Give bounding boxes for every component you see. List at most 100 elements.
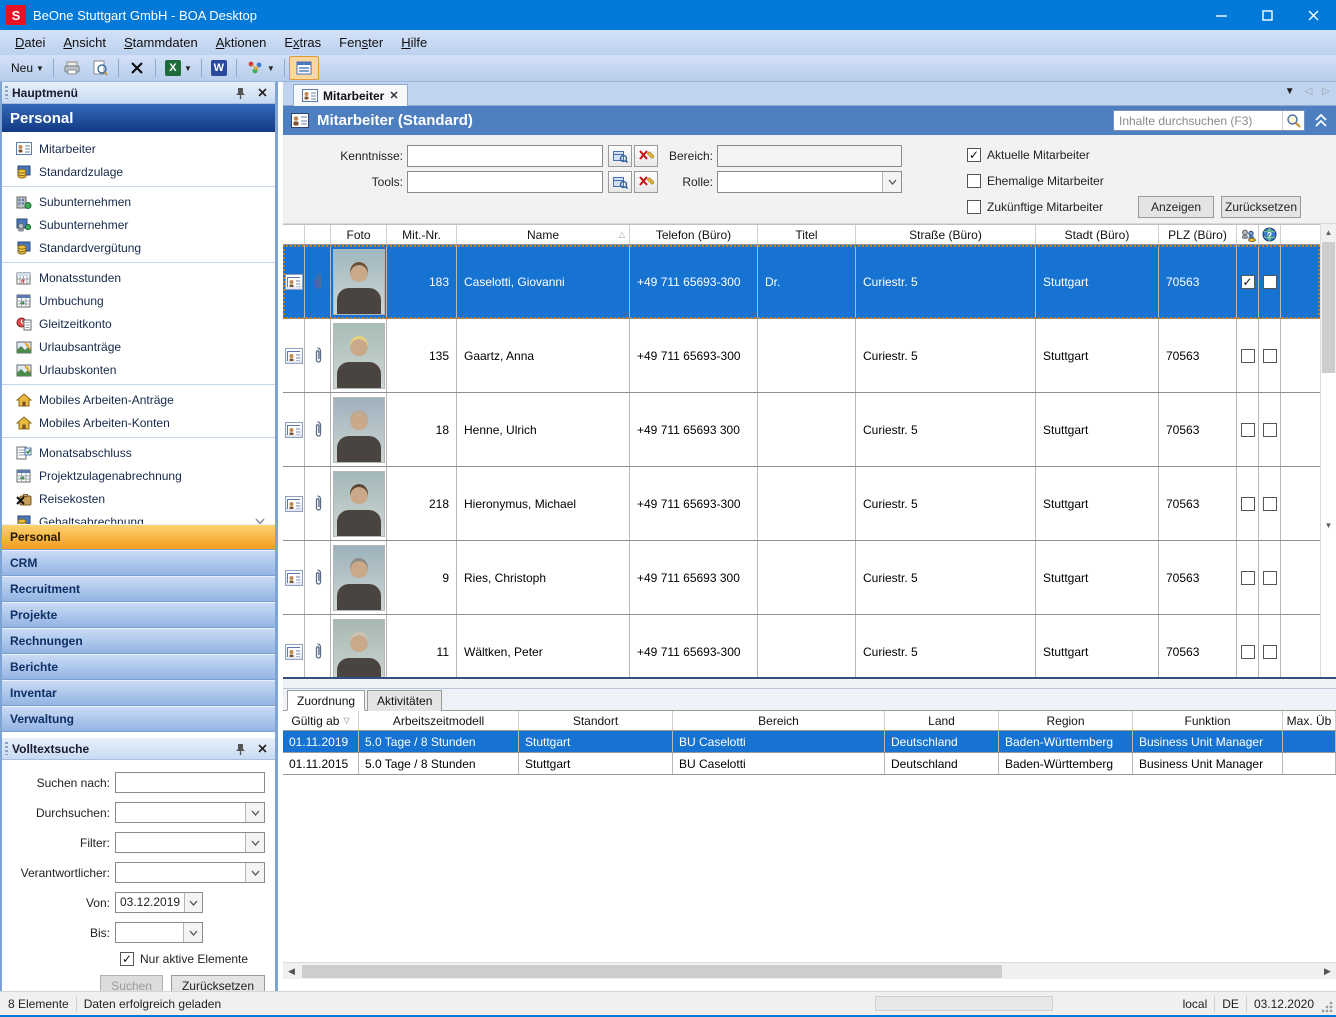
- kenntnisse-input[interactable]: [407, 145, 603, 167]
- delete-button[interactable]: [123, 57, 151, 79]
- sidebar-item-monatsstunden[interactable]: #Monatsstunden: [2, 266, 275, 289]
- sidebar-item-urlaubskonten[interactable]: Urlaubskonten: [2, 358, 275, 381]
- scrollbar-thumb[interactable]: [302, 965, 1002, 978]
- content-search-input[interactable]: [1114, 114, 1282, 128]
- column-header-foto[interactable]: Foto: [331, 225, 387, 244]
- scroll-right-icon[interactable]: ▶: [1319, 963, 1336, 980]
- sidebar-item-urlaubsanträge[interactable]: Urlaubsanträge: [2, 335, 275, 358]
- column-header-name[interactable]: Name△: [457, 225, 630, 244]
- sidebar-item-monatsabschluss[interactable]: Monatsabschluss: [2, 441, 275, 464]
- column-header-straße-büro-[interactable]: Straße (Büro): [856, 225, 1036, 244]
- attachment-icon[interactable]: [305, 245, 331, 318]
- attachment-icon[interactable]: [305, 319, 331, 392]
- attachment-icon[interactable]: [305, 467, 331, 540]
- von-date-select[interactable]: 03.12.2019: [115, 892, 203, 913]
- scroll-left-icon[interactable]: ◀: [283, 963, 300, 980]
- employee-status-checkbox[interactable]: [1237, 393, 1259, 466]
- section-berichte[interactable]: Berichte: [2, 654, 275, 680]
- section-rechnungen[interactable]: Rechnungen: [2, 628, 275, 654]
- attachment-icon[interactable]: [305, 541, 331, 614]
- close-button[interactable]: [1290, 0, 1336, 30]
- assignment-row-01.11.2015[interactable]: 01.11.20155.0 Tage / 8 StundenStuttgartB…: [283, 753, 1336, 775]
- sidebar-item-mitarbeiter[interactable]: Mitarbeiter: [2, 137, 275, 160]
- attachment-icon[interactable]: [305, 615, 331, 677]
- export-excel-button[interactable]: X▼: [160, 58, 197, 78]
- tab-list-dropdown-icon[interactable]: ▼: [1285, 86, 1295, 97]
- column-header-titel[interactable]: Titel: [758, 225, 856, 244]
- scroll-up-icon[interactable]: ▲: [1321, 224, 1336, 240]
- section-personal[interactable]: Personal: [2, 524, 275, 550]
- tab-scroll-right-icon[interactable]: ▷: [1322, 86, 1330, 97]
- column-header-plz-büro-[interactable]: PLZ (Büro): [1159, 225, 1237, 244]
- aktuelle-mitarbeiter-checkbox[interactable]: ✓Aktuelle Mitarbeiter: [967, 148, 1090, 162]
- sidebar-item-gleitzeitkonto[interactable]: Gleitzeitkonto: [2, 312, 275, 335]
- sidebar-item-subunternehmer[interactable]: Subunternehmer: [2, 213, 275, 236]
- employee-web-checkbox[interactable]: [1259, 393, 1281, 466]
- column-header-web-icon[interactable]: ?: [1259, 225, 1281, 244]
- pin-icon[interactable]: [233, 742, 247, 756]
- employee-web-checkbox[interactable]: [1259, 245, 1281, 318]
- search-icon[interactable]: [1282, 111, 1304, 130]
- filter-zuruecksetzen-button[interactable]: Zurücksetzen: [1221, 196, 1301, 218]
- menu-extras[interactable]: Extras: [275, 32, 330, 53]
- panel-grip[interactable]: [5, 742, 8, 755]
- employee-web-checkbox[interactable]: [1259, 467, 1281, 540]
- anzeigen-button[interactable]: Anzeigen: [1138, 196, 1214, 218]
- bis-date-select[interactable]: [115, 922, 203, 943]
- section-inventar[interactable]: Inventar: [2, 680, 275, 706]
- detail-tab-aktivitäten[interactable]: Aktivitäten: [367, 690, 442, 711]
- verantwortlicher-select[interactable]: [115, 862, 265, 883]
- tab-scroll-left-icon[interactable]: ◁: [1305, 86, 1313, 97]
- detail-column-funktion[interactable]: Funktion: [1133, 711, 1283, 730]
- employee-status-checkbox[interactable]: [1237, 319, 1259, 392]
- export-word-button[interactable]: W: [206, 58, 232, 78]
- row-open-button[interactable]: [283, 319, 305, 392]
- employee-status-checkbox[interactable]: [1237, 541, 1259, 614]
- sidebar-item-projektzulagenabrechnung[interactable]: Projektzulagenabrechnung: [2, 464, 275, 487]
- row-open-button[interactable]: [283, 467, 305, 540]
- maximize-button[interactable]: [1244, 0, 1290, 30]
- sidebar-item-standardzulage[interactable]: Standardzulage: [2, 160, 275, 183]
- chart-tools-button[interactable]: ▼: [241, 57, 280, 79]
- column-attachment[interactable]: [305, 225, 331, 244]
- employee-status-checkbox[interactable]: [1237, 467, 1259, 540]
- detail-column-standort[interactable]: Standort: [519, 711, 673, 730]
- filter-select[interactable]: [115, 832, 265, 853]
- panel-grip[interactable]: [5, 86, 8, 99]
- vertical-scrollbar[interactable]: ▲ ▼: [1320, 224, 1336, 677]
- print-preview-button[interactable]: [86, 57, 114, 79]
- sidebar-item-gehaltsabrechnung[interactable]: Gehaltsabrechnung: [2, 510, 275, 524]
- resize-grip[interactable]: [1320, 1000, 1334, 1014]
- row-open-button[interactable]: [283, 393, 305, 466]
- employee-row-18[interactable]: 18Henne, Ulrich+49 711 65693 300Curiestr…: [283, 393, 1320, 467]
- menu-hilfe[interactable]: Hilfe: [392, 32, 436, 53]
- employee-row-11[interactable]: 11Wältken, Peter+49 711 65693-300Curiest…: [283, 615, 1320, 677]
- scroll-down-icon[interactable]: ▼: [1321, 373, 1336, 677]
- employee-row-218[interactable]: 218Hieronymus, Michael+49 711 65693-300C…: [283, 467, 1320, 541]
- tab-close-icon[interactable]: ✕: [389, 89, 398, 102]
- sidebar-item-standardvergütung[interactable]: Standardvergütung: [2, 236, 275, 259]
- menu-datei[interactable]: Datei: [6, 32, 54, 53]
- row-open-button[interactable]: [283, 615, 305, 677]
- section-verwaltung[interactable]: Verwaltung: [2, 706, 275, 732]
- employee-web-checkbox[interactable]: [1259, 541, 1281, 614]
- tab-mitarbeiter[interactable]: Mitarbeiter ✕: [293, 84, 408, 106]
- section-projekte[interactable]: Projekte: [2, 602, 275, 628]
- sidebar-item-mobiles-arbeiten-anträge[interactable]: Mobiles Arbeiten-Anträge: [2, 388, 275, 411]
- column-header-employee-status-icon[interactable]: [1237, 225, 1259, 244]
- detail-column-arbeitszeitmodell[interactable]: Arbeitszeitmodell: [359, 711, 519, 730]
- detail-column-land[interactable]: Land: [885, 711, 999, 730]
- attachment-icon[interactable]: [305, 393, 331, 466]
- section-recruitment[interactable]: Recruitment: [2, 576, 275, 602]
- splitter[interactable]: [283, 677, 1336, 689]
- column-header-stadt-büro-[interactable]: Stadt (Büro): [1036, 225, 1159, 244]
- assignment-row-01.11.2019[interactable]: 01.11.20195.0 Tage / 8 StundenStuttgartB…: [283, 731, 1336, 753]
- tools-input[interactable]: [407, 171, 603, 193]
- chevron-down-icon[interactable]: [255, 518, 265, 524]
- row-open-button[interactable]: [283, 541, 305, 614]
- sidebar-item-umbuchung[interactable]: Umbuchung: [2, 289, 275, 312]
- column-header-telefon-büro-[interactable]: Telefon (Büro): [630, 225, 758, 244]
- toggle-panel-button[interactable]: [289, 56, 319, 80]
- close-icon[interactable]: [255, 742, 269, 756]
- employee-web-checkbox[interactable]: [1259, 319, 1281, 392]
